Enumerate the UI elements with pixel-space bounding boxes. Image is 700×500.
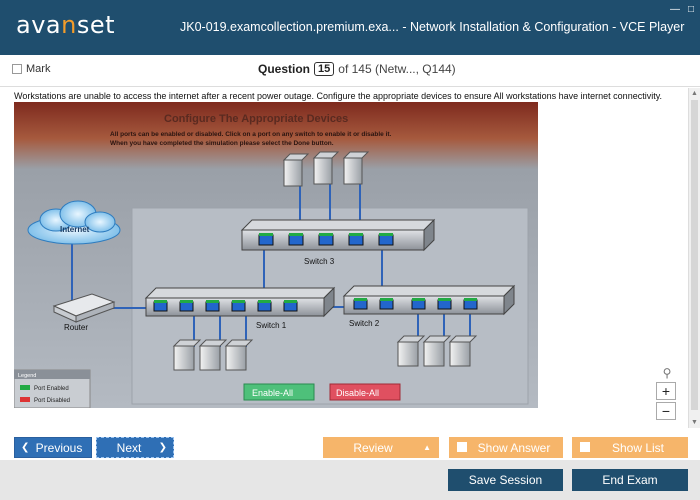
end-exam-button[interactable]: End Exam xyxy=(572,469,688,491)
show-answer-button[interactable]: Show Answer xyxy=(449,437,563,458)
router-label: Router xyxy=(64,323,88,332)
question-count: of 145 (Netw..., Q144) xyxy=(338,62,456,76)
next-label: Next xyxy=(116,440,142,455)
sim-instructions-2: When you have completed the simulation p… xyxy=(110,140,334,147)
review-label: Review xyxy=(353,440,393,455)
zoom-controls: ⚲ + − xyxy=(656,366,678,426)
zoom-in-button[interactable]: + xyxy=(656,382,676,400)
port-enabled-swatch xyxy=(20,385,30,390)
sim-instructions-1: All ports can be enabled or disabled. Cl… xyxy=(110,131,392,138)
port[interactable] xyxy=(231,301,246,312)
port[interactable] xyxy=(257,301,272,312)
workstation-icon xyxy=(172,339,254,371)
internet-label: Internet xyxy=(60,225,90,234)
chevron-right-icon: ❯ xyxy=(158,442,167,453)
show-list-label: Show List xyxy=(611,440,665,455)
switch-2 xyxy=(342,284,516,316)
port[interactable] xyxy=(378,234,394,246)
scroll-up-icon[interactable]: ▲ xyxy=(691,90,698,97)
switch-3-label: Switch 3 xyxy=(304,257,335,266)
workstation-icon xyxy=(396,335,478,367)
port[interactable] xyxy=(283,301,298,312)
save-session-button[interactable]: Save Session xyxy=(448,469,563,491)
question-label: Question xyxy=(258,62,311,76)
legend-enabled: Port Enabled xyxy=(34,386,69,392)
switch-2-label: Switch 2 xyxy=(349,319,380,328)
footer-bar: Save Session End Exam xyxy=(0,460,700,500)
question-number: 15 xyxy=(314,62,335,76)
zoom-out-button[interactable]: − xyxy=(656,402,676,420)
show-answer-checkbox[interactable] xyxy=(457,442,467,452)
disable-all-label: Disable-All xyxy=(336,388,379,398)
question-bar: Mark Question 15 of 145 (Netw..., Q144) xyxy=(0,55,700,87)
show-list-button[interactable]: Show List xyxy=(572,437,688,458)
disable-all-button[interactable]: Disable-All xyxy=(329,383,401,401)
show-answer-label: Show Answer xyxy=(477,440,551,455)
port[interactable] xyxy=(318,234,334,246)
port[interactable] xyxy=(463,299,478,310)
minimize-icon[interactable]: — xyxy=(670,4,680,15)
maximize-icon[interactable]: □ xyxy=(688,4,694,15)
review-button[interactable]: Review ▲ xyxy=(323,437,439,458)
zoom-search-icon: ⚲ xyxy=(662,366,672,380)
next-button[interactable]: Next ❯ xyxy=(96,437,174,458)
title-bar: avanset JK0-019.examcollection.premium.e… xyxy=(0,0,700,55)
mark-label: Mark xyxy=(26,63,51,75)
enable-all-label: Enable-All xyxy=(252,388,293,398)
port-disabled-swatch xyxy=(20,397,30,402)
network-simulation: Configure The Appropriate Devices All po… xyxy=(14,102,538,408)
port[interactable] xyxy=(437,299,452,310)
window-controls: — □ xyxy=(670,4,694,15)
previous-button[interactable]: ❮ Previous xyxy=(14,437,92,458)
question-text: Workstations are unable to access the in… xyxy=(14,91,663,101)
vertical-scrollbar[interactable]: ▲ ▼ xyxy=(688,88,700,428)
scroll-down-icon[interactable]: ▼ xyxy=(691,419,698,426)
checkbox-icon[interactable] xyxy=(12,64,22,74)
port[interactable] xyxy=(179,301,194,312)
port[interactable] xyxy=(153,301,168,312)
legend: Legend Port Enabled Port Disabled xyxy=(14,369,91,408)
question-info: Question 15 of 145 (Netw..., Q144) xyxy=(258,62,456,76)
app-logo: avanset xyxy=(16,11,116,39)
port[interactable] xyxy=(411,299,426,310)
scrollbar-thumb[interactable] xyxy=(691,100,698,410)
port[interactable] xyxy=(353,299,368,310)
simulation-diagram: Configure The Appropriate Devices All po… xyxy=(14,102,538,408)
port[interactable] xyxy=(205,301,220,312)
show-list-checkbox[interactable] xyxy=(580,442,590,452)
previous-label: Previous xyxy=(35,440,83,455)
mark-checkbox[interactable]: Mark xyxy=(12,63,50,75)
window-title: JK0-019.examcollection.premium.exa... - … xyxy=(180,20,685,34)
chevron-left-icon: ❮ xyxy=(21,442,30,453)
enable-all-button[interactable]: Enable-All xyxy=(243,383,315,401)
navigation-bar: ❮ Previous Next ❯ Review ▲ Show Answer S… xyxy=(0,432,700,460)
switch-1-label: Switch 1 xyxy=(256,321,287,330)
question-content: Workstations are unable to access the in… xyxy=(0,88,688,428)
port[interactable] xyxy=(348,234,364,246)
port[interactable] xyxy=(379,299,394,310)
server-icon xyxy=(282,151,370,187)
legend-disabled: Port Disabled xyxy=(34,398,70,404)
port[interactable] xyxy=(258,234,274,246)
sim-heading: Configure The Appropriate Devices xyxy=(164,113,348,125)
triangle-up-icon: ▲ xyxy=(423,443,431,452)
legend-title: Legend xyxy=(18,373,36,379)
port[interactable] xyxy=(288,234,304,246)
